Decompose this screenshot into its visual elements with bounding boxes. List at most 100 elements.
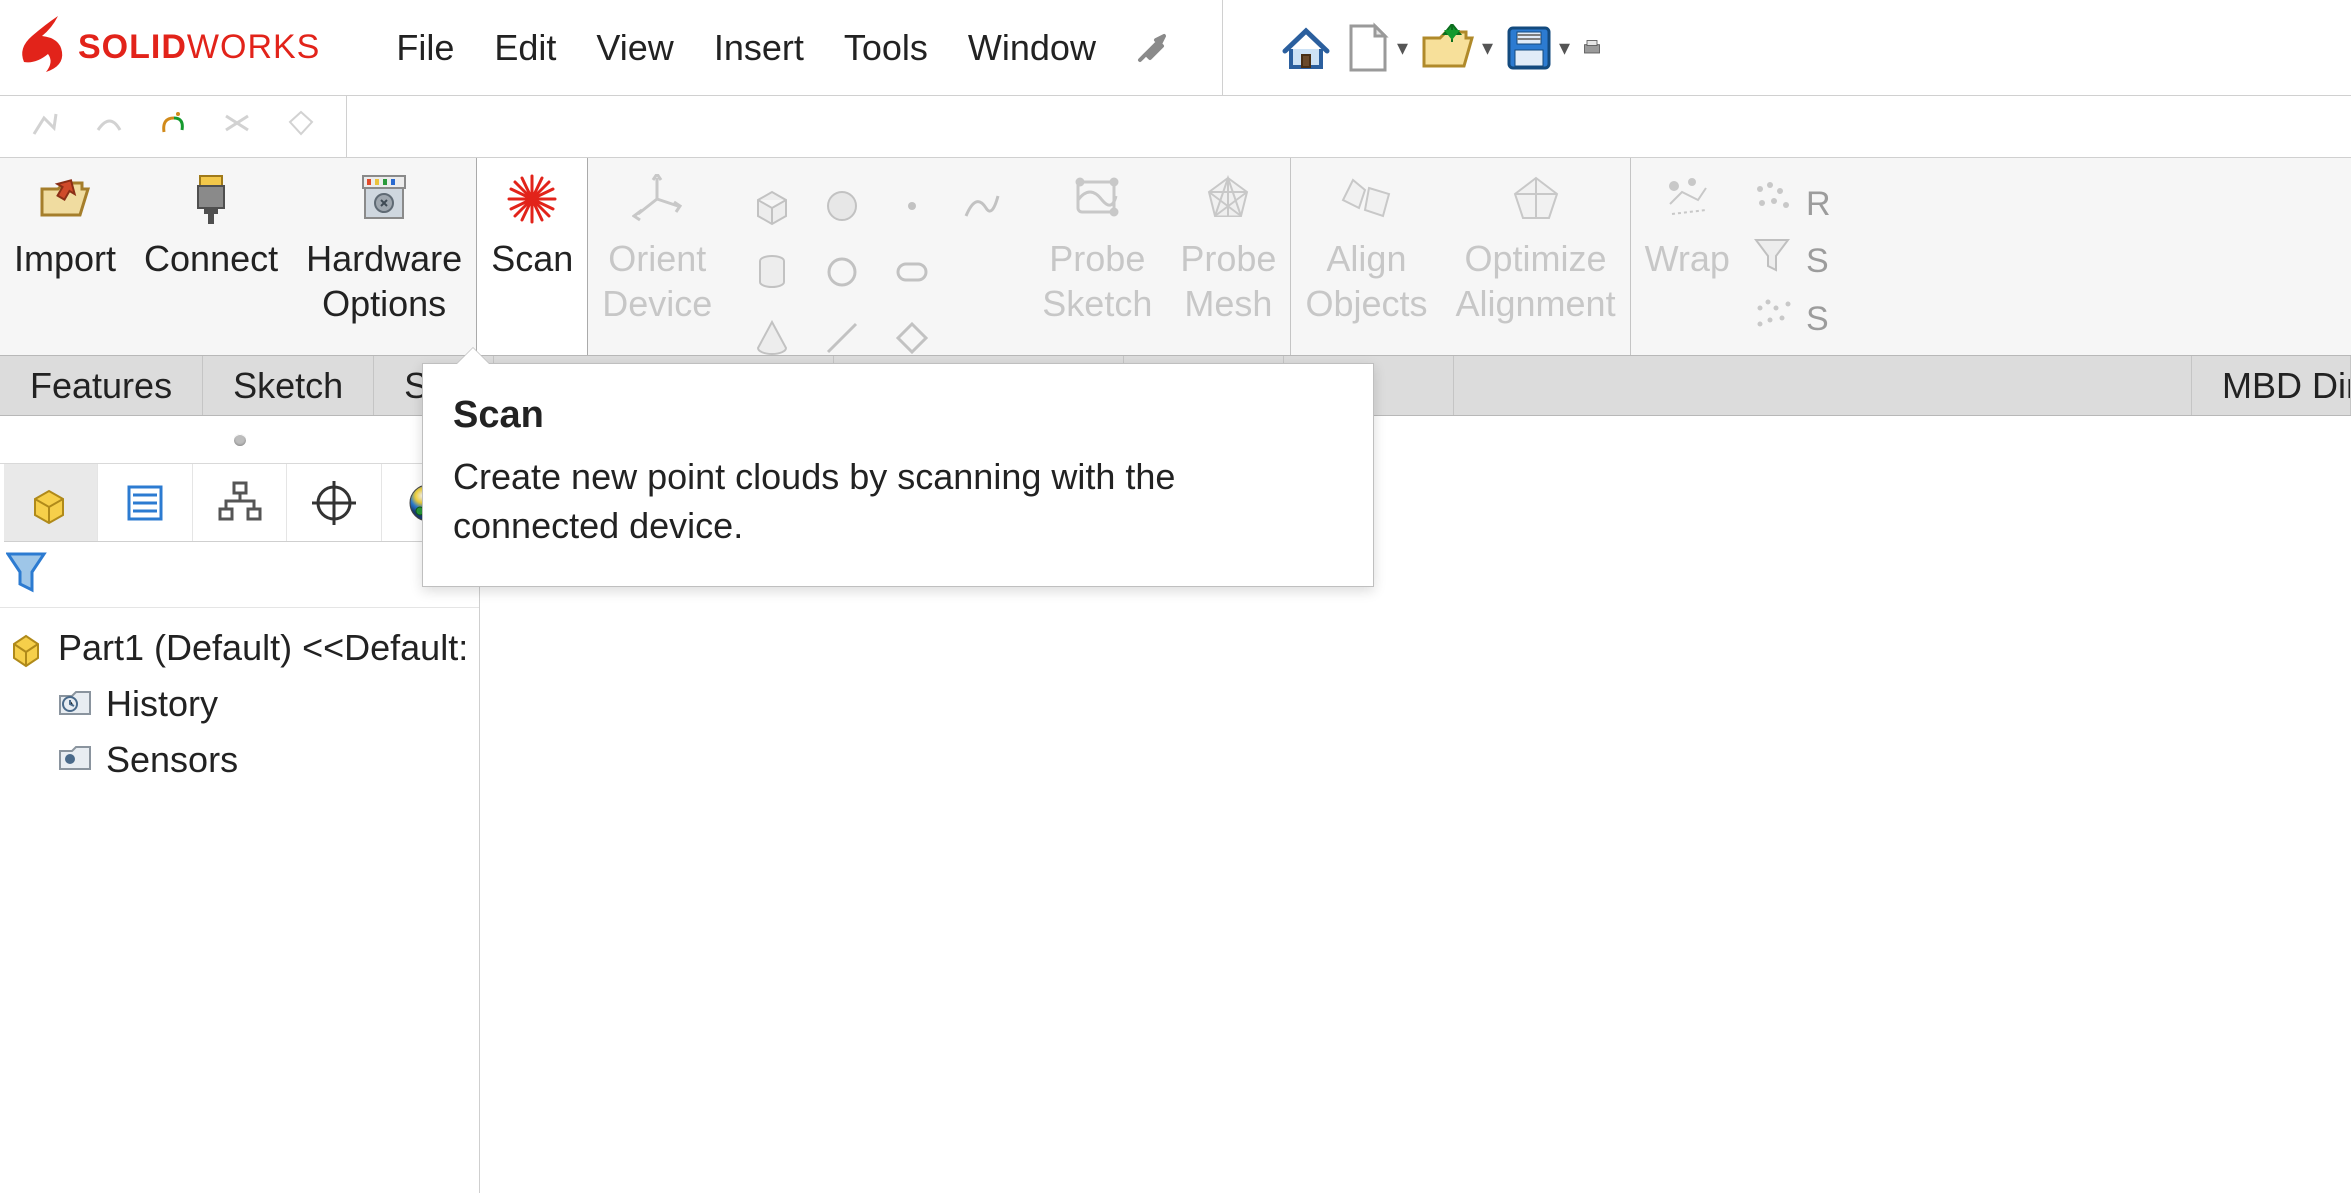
- menu-bar: SOLIDWORKS File Edit View Insert Tools W…: [0, 0, 2351, 96]
- menu-view[interactable]: View: [590, 23, 679, 73]
- tree-root-label: Part1 (Default) <<Default:: [58, 620, 468, 676]
- select-button: S: [1752, 230, 1831, 283]
- folder-open-icon: [1420, 24, 1476, 72]
- optimize-alignment-icon: [1509, 172, 1563, 226]
- rectangle-icon: [892, 318, 932, 358]
- tab-mbd-dimensions[interactable]: MBD Dir: [2191, 356, 2351, 415]
- scan-laser-icon: [507, 172, 557, 226]
- tooltip-body: Create new point clouds by scanning with…: [453, 453, 1343, 550]
- mini-toolbar-group: [30, 96, 347, 157]
- tooltip-arrow-icon: [457, 348, 489, 364]
- connect-button[interactable]: Connect: [130, 158, 292, 355]
- probe-sketch-button: Probe Sketch: [1028, 158, 1166, 355]
- print-button[interactable]: [1582, 24, 1602, 72]
- menu-window[interactable]: Window: [962, 23, 1102, 73]
- quick-access-toolbar: ▾ ▾ ▾: [1279, 21, 1602, 75]
- app-logo: SOLIDWORKS: [18, 14, 320, 82]
- menu-separator: [1222, 0, 1223, 96]
- menu-edit[interactable]: Edit: [488, 23, 562, 73]
- scan-button[interactable]: Scan: [476, 158, 588, 355]
- part-icon: [8, 628, 48, 668]
- menu-file[interactable]: File: [390, 23, 460, 73]
- align-objects-label: Align Objects: [1305, 236, 1427, 326]
- feature-manager-panel: Part1 (Default) <<Default: History Senso…: [0, 416, 480, 1193]
- filter-icon[interactable]: [6, 572, 50, 605]
- probe-mesh-button: Probe Mesh: [1166, 158, 1290, 355]
- menu-tools[interactable]: Tools: [838, 23, 934, 73]
- tab-features[interactable]: Features: [0, 356, 203, 415]
- probe-sketch-label: Probe Sketch: [1042, 236, 1152, 326]
- import-button[interactable]: Import: [0, 158, 130, 355]
- cone-icon: [752, 318, 792, 358]
- tooltip-title: Scan: [453, 394, 1343, 437]
- drag-handle-icon: [234, 434, 246, 446]
- mini-toolbar: [0, 96, 2351, 158]
- mini-tool-4-icon: [222, 108, 252, 146]
- connect-label: Connect: [144, 236, 278, 281]
- panel-handle[interactable]: [0, 416, 479, 464]
- hardware-options-icon: [359, 172, 409, 226]
- property-manager-tab[interactable]: [98, 464, 192, 541]
- home-button[interactable]: [1279, 21, 1333, 75]
- feature-tree-tab[interactable]: [4, 464, 98, 541]
- filter-row: [0, 542, 479, 608]
- cylinder-icon: [752, 252, 792, 292]
- primitive-shapes-group: [726, 158, 1028, 355]
- history-folder-icon: [56, 684, 96, 724]
- spline-icon: [962, 186, 1002, 226]
- new-document-button[interactable]: ▾: [1345, 22, 1408, 74]
- menu-insert[interactable]: Insert: [708, 23, 810, 73]
- logo-swoosh-icon: [18, 14, 66, 82]
- mini-tool-1-icon: [30, 108, 60, 146]
- tree-history-label: History: [106, 676, 218, 732]
- main-menus: File Edit View Insert Tools Window: [390, 23, 1102, 73]
- funnel-icon: [1752, 236, 1796, 276]
- smooth-button: S: [1752, 288, 1831, 341]
- part-icon: [27, 479, 75, 527]
- configuration-manager-tab[interactable]: [193, 464, 287, 541]
- reduce-icon: [1752, 179, 1796, 219]
- mini-tool-3-icon[interactable]: [158, 108, 188, 146]
- wrap-icon: [1662, 172, 1712, 226]
- optimize-alignment-button: Optimize Alignment: [1441, 158, 1629, 355]
- slot-icon: [892, 252, 932, 292]
- command-manager-ribbon: Import Connect: [0, 158, 2351, 356]
- pin-icon[interactable]: [1132, 28, 1172, 68]
- s-label-2: S: [1806, 298, 1829, 341]
- chevron-down-icon[interactable]: ▾: [1482, 35, 1493, 61]
- tab-sketch[interactable]: Sketch: [203, 356, 374, 415]
- hardware-options-button[interactable]: Hardware Options: [292, 158, 476, 355]
- tree-root-node[interactable]: Part1 (Default) <<Default:: [8, 620, 471, 676]
- probe-sketch-icon: [1072, 172, 1122, 226]
- mini-tool-5-icon: [286, 108, 316, 146]
- tree-sensors-node[interactable]: Sensors: [8, 732, 471, 788]
- save-document-button[interactable]: ▾: [1505, 24, 1570, 72]
- s-label-1: S: [1806, 240, 1829, 283]
- import-label: Import: [14, 236, 116, 281]
- chevron-down-icon[interactable]: ▾: [1397, 35, 1408, 61]
- dimxpert-manager-tab[interactable]: [287, 464, 381, 541]
- probe-mesh-label: Probe Mesh: [1180, 236, 1276, 326]
- sensors-folder-icon: [56, 739, 96, 779]
- print-icon: [1582, 24, 1602, 72]
- wrap-label: Wrap: [1645, 236, 1730, 281]
- circle-icon: [822, 252, 862, 292]
- list-icon: [121, 479, 169, 527]
- document-icon: [1345, 22, 1391, 74]
- chevron-down-icon[interactable]: ▾: [1559, 35, 1570, 61]
- scan-label: Scan: [491, 236, 573, 281]
- app-name: SOLIDWORKS: [78, 28, 320, 67]
- align-objects-button: Align Objects: [1291, 158, 1441, 355]
- wrap-button: Wrap: [1631, 158, 1744, 355]
- orient-device-icon: [632, 172, 682, 226]
- panel-tab-strip: [4, 464, 475, 542]
- tree-history-node[interactable]: History: [8, 676, 471, 732]
- home-icon: [1279, 21, 1333, 75]
- open-document-button[interactable]: ▾: [1420, 24, 1493, 72]
- feature-tree: Part1 (Default) <<Default: History Senso…: [0, 608, 479, 799]
- folder-open-icon: [40, 172, 90, 226]
- sphere-icon: [822, 186, 862, 226]
- save-icon: [1505, 24, 1553, 72]
- orient-device-button: Orient Device: [588, 158, 726, 355]
- orient-device-label: Orient Device: [602, 236, 712, 326]
